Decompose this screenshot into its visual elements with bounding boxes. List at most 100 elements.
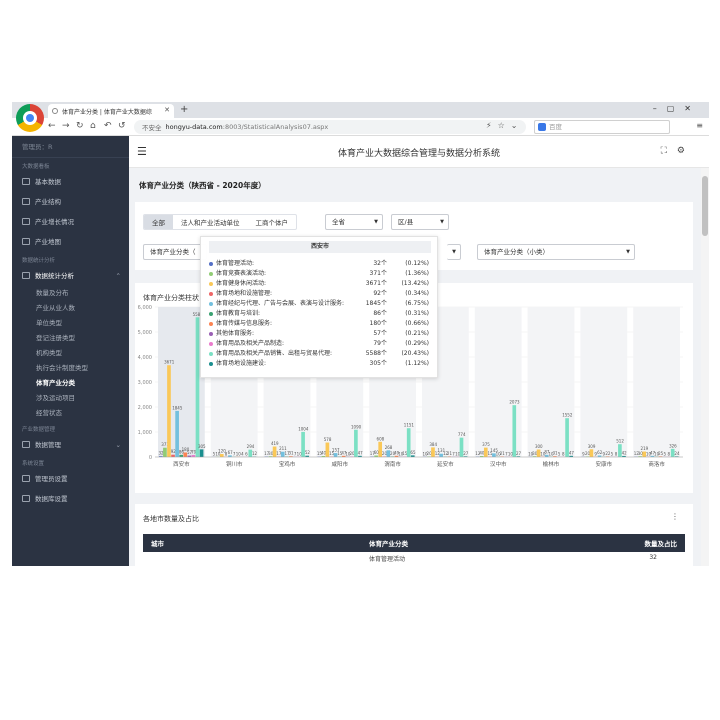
sidebar-item-data-manage[interactable]: 数据管理 ⌄ — [12, 435, 129, 455]
monitor-icon — [22, 178, 30, 185]
province-select[interactable]: 全省 ▼ — [325, 214, 383, 230]
bar-value-label: 8 — [562, 451, 565, 456]
sidebar-item-db[interactable]: 数据库设置 — [12, 489, 129, 509]
bar-value-label: 512 — [616, 439, 624, 444]
toolbar-icons[interactable]: ⚡☆⌄ — [486, 121, 524, 130]
sidebar-sub-0[interactable]: 数量及分布 — [12, 286, 129, 301]
tooltip-series-name: 体育竞赛表演活动: — [216, 270, 267, 277]
segment-all[interactable]: 全部 — [144, 215, 173, 229]
bar-value-label: 5 — [663, 451, 666, 456]
bar-value-label: 268 — [385, 445, 393, 450]
tab-title: 体育产业分类 | 体育产业大数据综 — [62, 108, 152, 116]
bar-value-label: 2073 — [509, 400, 520, 405]
tooltip-series-name: 体育经纪与代理、广告与会展、表演与设计服务: — [216, 300, 345, 307]
url-host: hongyu-data.com — [165, 123, 223, 131]
sidebar-sub-5[interactable]: 执行会计制度类型 — [12, 361, 129, 376]
tooltip-row: 体育用品及相关产品制造: 79个 (0.29%) — [209, 339, 431, 349]
sidebar-sub-6[interactable]: 体育产业分类 — [12, 376, 129, 391]
undo-icon[interactable]: ↶ — [104, 121, 112, 131]
scrollbar-thumb[interactable] — [702, 176, 708, 236]
sidebar-item-growth[interactable]: 产业增长情况 — [12, 212, 129, 232]
tooltip-value: 92个 — [373, 290, 387, 297]
category-small-select[interactable]: 体育产业分类（小类） ▼ — [477, 244, 635, 260]
category-large-select[interactable]: 体育产业分类（ — [143, 244, 207, 260]
tooltip-value: 86个 — [373, 310, 387, 317]
growth-icon — [22, 218, 30, 225]
district-select[interactable]: 区/县 ▼ — [391, 214, 449, 230]
y-tick-label: 2,000 — [138, 405, 152, 411]
page-title: 体育产业分类（陕西省 - 2020年度） — [139, 181, 266, 190]
favicon-icon — [52, 108, 58, 114]
structure-icon — [22, 198, 30, 205]
chrome-logo-icon — [16, 104, 44, 132]
sidebar-sub-1[interactable]: 产业从业人数 — [12, 301, 129, 316]
y-tick-label: 1,000 — [138, 430, 152, 436]
sidebar-item-structure[interactable]: 产业结构 — [12, 192, 129, 212]
bar-value-label: 326 — [669, 443, 677, 448]
bar-value-label: 300 — [535, 444, 543, 449]
sidebar-section-data: 产业数据管理 — [22, 427, 56, 433]
new-tab-button[interactable]: + — [180, 104, 188, 115]
tooltip-value: 79个 — [373, 340, 387, 347]
tooltip-value: 32个 — [373, 260, 387, 267]
segment-individual[interactable]: 工商个体户 — [248, 215, 297, 229]
caret-down-icon: ▼ — [452, 249, 456, 255]
bar-value-label: 375 — [482, 442, 490, 447]
window-controls[interactable]: –▢✕ — [653, 104, 701, 113]
category-mid-select-edge[interactable]: ▼ — [447, 244, 461, 260]
tooltip-pct: (0.21%) — [405, 330, 429, 337]
menu-icon[interactable]: ≡ — [696, 121, 703, 130]
back-icon[interactable]: ← — [48, 121, 56, 131]
sidebar-item-admin[interactable]: 管理员设置 — [12, 469, 129, 489]
category-band — [633, 307, 680, 457]
x-category-label: 汉中市 — [490, 460, 507, 468]
more-icon[interactable]: ⋮ — [671, 512, 679, 521]
series-dot-icon — [209, 332, 213, 336]
address-bar[interactable]: 不安全 hongyu-data.com :8003/StatisticalAna… — [134, 120, 526, 134]
forward-icon[interactable]: → — [62, 121, 70, 131]
bar-value-label: 8 — [615, 451, 618, 456]
sidebar-item-basic-data[interactable]: 基本数据 — [12, 172, 129, 192]
tooltip-series-name: 体育管理活动: — [216, 260, 255, 267]
x-category-label: 延安市 — [437, 460, 454, 468]
search-box[interactable]: 百度 — [534, 120, 670, 134]
history-icon[interactable]: ↺ — [118, 121, 126, 131]
sidebar-item-stats[interactable]: 数据统计分析 ⌃ — [12, 266, 129, 286]
bar — [589, 449, 594, 457]
table-card: 各地市数量及占比 ⋮ 城市 体育产业分类 数量及占比 体育管理活动 32 — [135, 504, 693, 566]
tooltip-series-name: 体育用品及相关产品销售、出租与贸易代理: — [216, 350, 333, 357]
bar-value-label: 4 — [241, 451, 244, 456]
series-dot-icon — [209, 322, 213, 326]
chevron-up-icon: ⌃ — [115, 272, 121, 280]
home-icon[interactable]: ⌂ — [90, 121, 96, 131]
chart-icon — [22, 272, 30, 279]
segment-legal[interactable]: 法人和产业活动单位 — [173, 215, 248, 229]
sidebar-user: 管理员：R — [12, 136, 129, 158]
browser-tab[interactable]: 体育产业分类 | 体育产业大数据综 ✕ — [48, 104, 174, 118]
sidebar-sub-2[interactable]: 单位类型 — [12, 316, 129, 331]
sidebar-sub-8[interactable]: 经营状态 — [12, 406, 129, 421]
tooltip-pct: (0.66%) — [405, 320, 429, 327]
bar-value-label: 24 — [674, 451, 680, 456]
header-tools[interactable]: ⛶⚙ — [661, 146, 695, 156]
sidebar-sub-4[interactable]: 机构类型 — [12, 346, 129, 361]
tooltip-pct: (0.31%) — [405, 310, 429, 317]
tooltip-row: 体育教育与培训: 86个 (0.31%) — [209, 309, 431, 319]
type-segment: 全部 法人和产业活动单位 工商个体户 — [143, 214, 297, 230]
sidebar-section-stats: 数据统计分析 — [22, 258, 56, 264]
tooltip-row: 体育用品及相关产品销售、出租与贸易代理: 5588个 (20.43%) — [209, 349, 431, 359]
close-tab-icon[interactable]: ✕ — [164, 106, 170, 114]
series-dot-icon — [209, 352, 213, 356]
tooltip-row: 体育传媒与信息服务: 180个 (0.66%) — [209, 319, 431, 329]
tooltip-row: 体育经纪与代理、广告与会展、表演与设计服务: 1845个 (6.75%) — [209, 299, 431, 309]
page-scrollbar[interactable] — [701, 168, 709, 566]
sidebar-item-map[interactable]: 产业地图 — [12, 232, 129, 252]
sidebar-sub-7[interactable]: 涉及运动项目 — [12, 391, 129, 406]
bar-value-label: 27 — [463, 451, 469, 456]
sidebar-sub-3[interactable]: 登记注册类型 — [12, 331, 129, 346]
tooltip-row: 体育管理活动: 32个 (0.12%) — [209, 259, 431, 269]
reload-icon[interactable]: ↻ — [76, 121, 84, 131]
col-city: 城市 — [151, 540, 164, 548]
table-header: 城市 体育产业分类 数量及占比 — [143, 534, 685, 552]
tooltip-pct: (1.12%) — [405, 360, 429, 367]
